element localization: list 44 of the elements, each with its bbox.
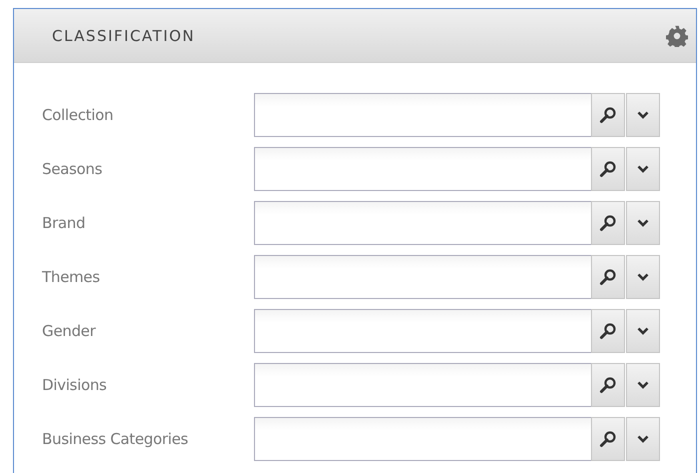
dropdown-button[interactable]: [626, 417, 660, 461]
dropdown-button[interactable]: [626, 255, 660, 299]
input-field[interactable]: [254, 363, 591, 407]
dropdown-button[interactable]: [626, 147, 660, 191]
input-field[interactable]: [254, 201, 591, 245]
input-field[interactable]: [254, 93, 591, 137]
caret-icon: [637, 327, 649, 335]
dropdown-button[interactable]: [626, 93, 660, 137]
search-icon: [599, 322, 617, 340]
input-field[interactable]: [254, 417, 591, 461]
field-label: Gender: [41, 322, 97, 340]
search-icon: [599, 160, 617, 178]
caret-icon: [637, 273, 649, 281]
field-label: Seasons: [41, 160, 104, 178]
caret-icon: [637, 165, 649, 173]
field-label: Business Categories: [41, 430, 190, 448]
caret-icon: [637, 111, 649, 119]
dropdown-button[interactable]: [626, 363, 660, 407]
search-button[interactable]: [591, 255, 625, 299]
search-button[interactable]: [591, 417, 625, 461]
input-field[interactable]: [254, 255, 591, 299]
field-label: Brand: [41, 214, 86, 232]
search-icon: [599, 376, 617, 394]
settings-icon[interactable]: [666, 24, 688, 46]
search-button[interactable]: [591, 201, 625, 245]
search-button[interactable]: [591, 93, 625, 137]
search-icon: [599, 268, 617, 286]
input-field[interactable]: [254, 147, 591, 191]
input-field[interactable]: [254, 309, 591, 353]
search-button[interactable]: [591, 363, 625, 407]
dropdown-button[interactable]: [626, 309, 660, 353]
search-button[interactable]: [591, 309, 625, 353]
panel-title: CLASSIFICATION: [52, 26, 196, 44]
caret-icon: [637, 219, 649, 227]
search-icon: [599, 214, 617, 232]
field-label: Themes: [41, 268, 101, 286]
field-label: Divisions: [41, 376, 108, 394]
field-label: Collection: [41, 106, 114, 124]
search-icon: [599, 106, 617, 124]
search-button[interactable]: [591, 147, 625, 191]
caret-icon: [637, 435, 649, 443]
dropdown-button[interactable]: [626, 201, 660, 245]
search-icon: [599, 430, 617, 448]
caret-icon: [637, 381, 649, 389]
